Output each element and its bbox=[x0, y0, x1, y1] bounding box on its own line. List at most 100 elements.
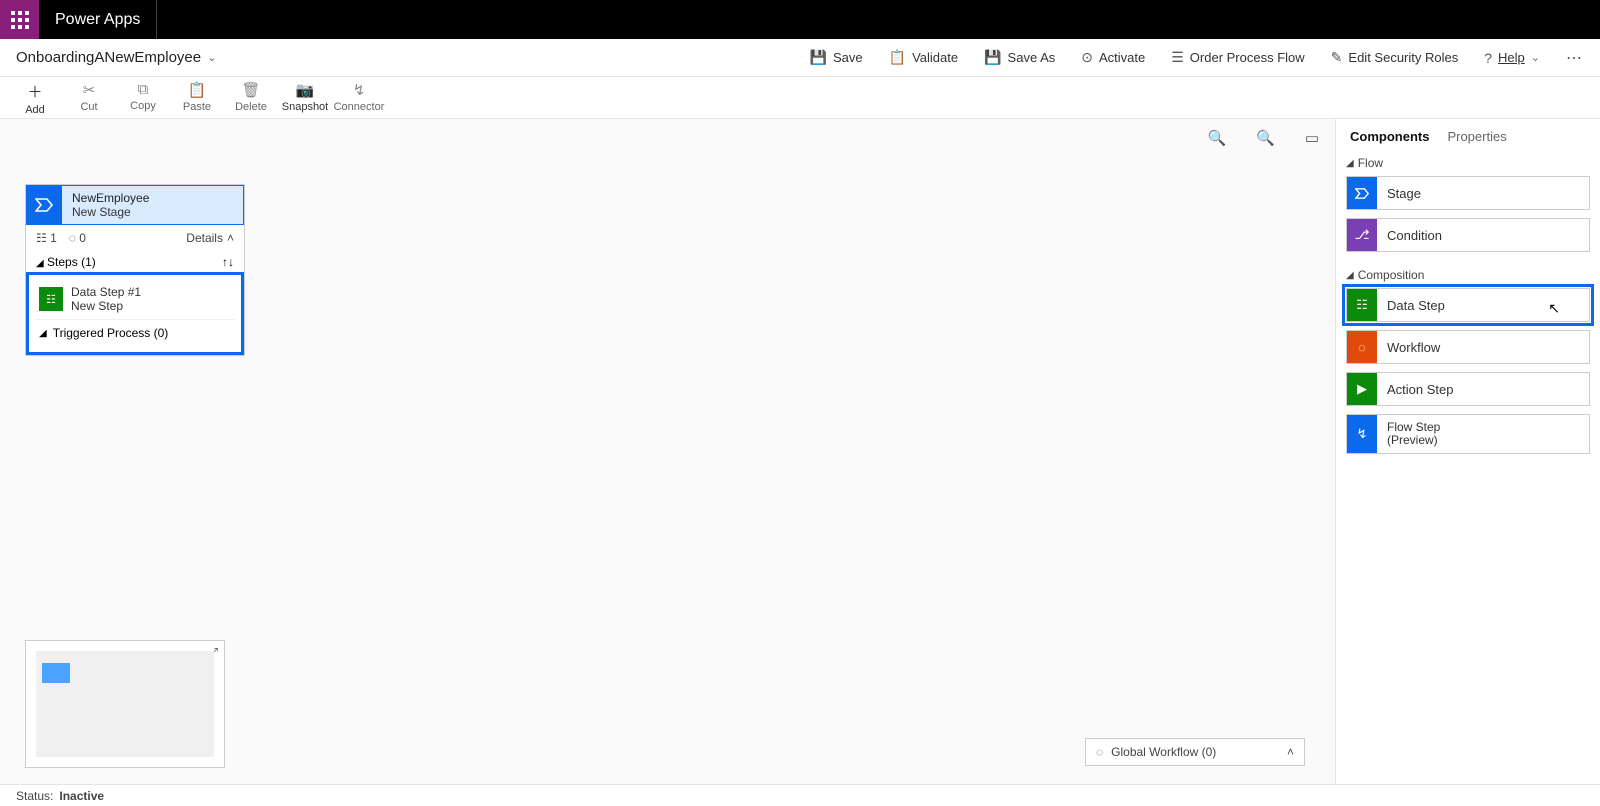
help-icon: ? bbox=[1484, 50, 1492, 66]
save-as-button[interactable]: 💾Save As bbox=[984, 49, 1055, 66]
steps-header[interactable]: ◢ Steps (1) ↑↓ bbox=[26, 251, 244, 273]
file-name-dropdown[interactable]: OnboardingANewEmployee ⌄ bbox=[16, 49, 216, 66]
right-panel: Components Properties ◢Flow Stage ⎇ Cond… bbox=[1335, 119, 1600, 784]
data-step-sub: New Step bbox=[71, 299, 141, 313]
paste-button[interactable]: 📋Paste bbox=[170, 81, 224, 113]
stage-name: NewEmployee bbox=[72, 191, 233, 205]
steps-count-icon: ☷ 1 bbox=[36, 231, 57, 245]
waffle-icon bbox=[11, 11, 29, 29]
connector-button[interactable]: ↯Connector bbox=[332, 81, 386, 113]
canvas-zoom-controls: 🔍 🔍 ▭ bbox=[1207, 129, 1319, 147]
save-icon: 💾 bbox=[810, 49, 827, 66]
more-button[interactable]: ⋯ bbox=[1566, 48, 1584, 68]
triangle-icon: ◢ bbox=[1346, 158, 1354, 169]
activate-button[interactable]: ⊙Activate bbox=[1081, 49, 1145, 66]
canvas[interactable]: 🔍 🔍 ▭ NewEmployee New Stage ☷ 1 ◌ 0 bbox=[0, 119, 1335, 784]
workflow-icon: ◌ bbox=[1096, 745, 1103, 759]
component-flow-step[interactable]: ↯ Flow Step (Preview) bbox=[1346, 414, 1590, 454]
snapshot-button[interactable]: 📷Snapshot bbox=[278, 81, 332, 113]
flow-components: Stage ⎇ Condition bbox=[1336, 176, 1600, 252]
plus-icon: ＋ bbox=[27, 81, 42, 102]
zoom-in-button[interactable]: 🔍 bbox=[1207, 129, 1226, 147]
data-step-item[interactable]: ☷ Data Step #1 New Step bbox=[35, 279, 235, 320]
tab-components[interactable]: Components bbox=[1350, 129, 1429, 144]
reorder-arrows-icon[interactable]: ↑↓ bbox=[222, 255, 234, 269]
chevron-down-icon: ⌄ bbox=[207, 51, 216, 64]
paste-icon: 📋 bbox=[188, 81, 207, 99]
stage-header[interactable]: NewEmployee New Stage bbox=[26, 185, 244, 225]
selected-step-container: ☷ Data Step #1 New Step ◢ Triggered Proc… bbox=[26, 272, 244, 355]
component-condition[interactable]: ⎇ Condition bbox=[1346, 218, 1590, 252]
divider bbox=[156, 0, 157, 39]
stage-meta-row: ☷ 1 ◌ 0 Details ˄ bbox=[26, 225, 244, 251]
camera-icon: 📷 bbox=[296, 81, 315, 99]
composition-components: ☷ Data Step ◌ Workflow ▶ Action Step ↯ F… bbox=[1336, 288, 1600, 454]
right-panel-tabs: Components Properties bbox=[1336, 119, 1600, 150]
workflow-icon: ◌ bbox=[1347, 331, 1377, 363]
component-action-step[interactable]: ▶ Action Step bbox=[1346, 372, 1590, 406]
app-title: Power Apps bbox=[39, 11, 156, 29]
stage-icon bbox=[26, 185, 62, 225]
activate-icon: ⊙ bbox=[1081, 49, 1093, 66]
flow-step-icon: ↯ bbox=[1347, 415, 1377, 453]
cut-icon: ✂ bbox=[83, 81, 96, 99]
triangle-icon: ◢ bbox=[39, 328, 47, 339]
add-button[interactable]: ＋Add bbox=[8, 81, 62, 116]
command-bar: OnboardingANewEmployee ⌄ 💾Save 📋Validate… bbox=[0, 39, 1600, 77]
chevron-up-icon: ˄ bbox=[227, 231, 234, 245]
fit-screen-button[interactable]: ▭ bbox=[1305, 129, 1319, 147]
triggered-process-row[interactable]: ◢ Triggered Process (0) bbox=[35, 320, 235, 346]
minimap[interactable]: ⤢ bbox=[25, 640, 225, 768]
data-step-icon: ☷ bbox=[1347, 289, 1377, 321]
status-label: Status: bbox=[16, 789, 53, 803]
section-composition[interactable]: ◢Composition bbox=[1336, 262, 1600, 288]
stage-subtitle: New Stage bbox=[72, 205, 233, 219]
data-step-name: Data Step #1 bbox=[71, 285, 141, 299]
edit-security-roles-button[interactable]: ✎Edit Security Roles bbox=[1331, 49, 1459, 66]
order-icon: ☰ bbox=[1171, 49, 1184, 66]
status-value: Inactive bbox=[59, 789, 104, 803]
title-bar: Power Apps bbox=[0, 0, 1600, 39]
component-workflow[interactable]: ◌ Workflow bbox=[1346, 330, 1590, 364]
component-data-step[interactable]: ☷ Data Step bbox=[1346, 288, 1590, 322]
save-button[interactable]: 💾Save bbox=[810, 49, 863, 66]
main-area: 🔍 🔍 ▭ NewEmployee New Stage ☷ 1 ◌ 0 bbox=[0, 119, 1600, 784]
trash-icon: 🗑 bbox=[241, 81, 260, 99]
zoom-out-button[interactable]: 🔍 bbox=[1256, 129, 1275, 147]
chevron-down-icon: ⌄ bbox=[1531, 51, 1540, 64]
component-stage[interactable]: Stage bbox=[1346, 176, 1590, 210]
details-toggle[interactable]: Details ˄ bbox=[186, 231, 234, 245]
chevron-up-icon[interactable]: ˄ bbox=[1287, 745, 1294, 759]
triangle-icon: ◢ bbox=[36, 258, 44, 269]
stage-card[interactable]: NewEmployee New Stage ☷ 1 ◌ 0 Details ˄ … bbox=[25, 184, 245, 356]
minimap-node bbox=[42, 663, 70, 683]
minimap-view bbox=[36, 651, 214, 757]
connector-icon: ↯ bbox=[353, 81, 366, 99]
workflow-count-icon: ◌ 0 bbox=[69, 231, 86, 245]
security-icon: ✎ bbox=[1331, 49, 1343, 66]
cut-button[interactable]: ✂Cut bbox=[62, 81, 116, 113]
help-button[interactable]: ?Help⌄ bbox=[1484, 50, 1540, 66]
app-launcher-button[interactable] bbox=[0, 0, 39, 39]
status-bar: Status: Inactive bbox=[0, 784, 1600, 806]
data-step-icon: ☷ bbox=[39, 287, 63, 311]
toolbar: ＋Add ✂Cut ⧉Copy 📋Paste 🗑Delete 📷Snapshot… bbox=[0, 77, 1600, 119]
order-process-flow-button[interactable]: ☰Order Process Flow bbox=[1171, 49, 1304, 66]
action-step-icon: ▶ bbox=[1347, 373, 1377, 405]
validate-icon: 📋 bbox=[889, 49, 906, 66]
file-name: OnboardingANewEmployee bbox=[16, 49, 201, 66]
stage-icon bbox=[1347, 177, 1377, 209]
copy-button[interactable]: ⧉Copy bbox=[116, 81, 170, 112]
validate-button[interactable]: 📋Validate bbox=[889, 49, 958, 66]
delete-button[interactable]: 🗑Delete bbox=[224, 81, 278, 113]
save-as-icon: 💾 bbox=[984, 49, 1001, 66]
triangle-icon: ◢ bbox=[1346, 270, 1354, 281]
condition-icon: ⎇ bbox=[1347, 219, 1377, 251]
section-flow[interactable]: ◢Flow bbox=[1336, 150, 1600, 176]
tab-properties[interactable]: Properties bbox=[1447, 129, 1506, 144]
global-workflow-bar[interactable]: ◌ Global Workflow (0) ˄ bbox=[1085, 738, 1305, 766]
copy-icon: ⧉ bbox=[138, 81, 149, 98]
chevron-stage-icon bbox=[35, 198, 53, 212]
stage-title-block: NewEmployee New Stage bbox=[62, 185, 244, 225]
command-actions: 💾Save 📋Validate 💾Save As ⊙Activate ☰Orde… bbox=[810, 48, 1584, 68]
